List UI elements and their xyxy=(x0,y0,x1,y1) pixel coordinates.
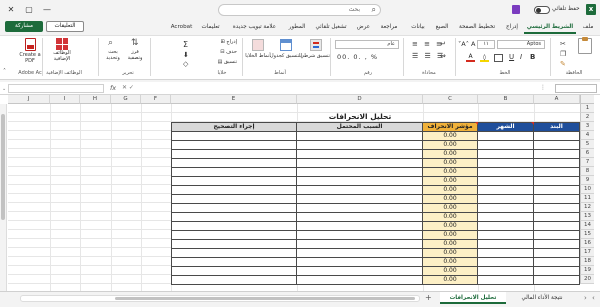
month-cell[interactable] xyxy=(478,177,534,186)
deviation-value-cell[interactable]: 0.00 xyxy=(423,150,478,159)
item-cell[interactable] xyxy=(534,177,580,186)
item-cell[interactable] xyxy=(534,258,580,267)
item-cell[interactable] xyxy=(534,213,580,222)
action-cell[interactable] xyxy=(171,267,297,276)
action-cell[interactable] xyxy=(171,222,297,231)
action-cell[interactable] xyxy=(171,249,297,258)
data-rows: 0.00 0.00 0.00 0.00 0.00 0.00 0.00 0.00 0.00 0.00… xyxy=(0,0,600,291)
cause-cell[interactable] xyxy=(297,177,423,186)
month-cell[interactable] xyxy=(478,267,534,276)
cause-cell[interactable] xyxy=(297,267,423,276)
cause-cell[interactable] xyxy=(297,150,423,159)
month-cell[interactable] xyxy=(478,141,534,150)
vertical-scrollbar[interactable] xyxy=(0,104,7,291)
action-cell[interactable] xyxy=(171,213,297,222)
prev-sheet-icon[interactable]: ‹ xyxy=(584,294,587,302)
deviation-value-cell[interactable]: 0.00 xyxy=(423,267,478,276)
cause-cell[interactable] xyxy=(297,204,423,213)
cause-cell[interactable] xyxy=(297,132,423,141)
month-cell[interactable] xyxy=(478,195,534,204)
deviation-value-cell[interactable]: 0.00 xyxy=(423,132,478,141)
deviation-value-cell[interactable]: 0.00 xyxy=(423,159,478,168)
item-cell[interactable] xyxy=(534,132,580,141)
month-cell[interactable] xyxy=(478,213,534,222)
cause-cell[interactable] xyxy=(297,249,423,258)
cause-cell[interactable] xyxy=(297,240,423,249)
month-cell[interactable] xyxy=(478,132,534,141)
deviation-value-cell[interactable]: 0.00 xyxy=(423,177,478,186)
action-cell[interactable] xyxy=(171,132,297,141)
item-cell[interactable] xyxy=(534,195,580,204)
cause-cell[interactable] xyxy=(297,213,423,222)
deviation-value-cell[interactable]: 0.00 xyxy=(423,258,478,267)
item-cell[interactable] xyxy=(534,249,580,258)
action-cell[interactable] xyxy=(171,168,297,177)
month-cell[interactable] xyxy=(478,249,534,258)
item-cell[interactable] xyxy=(534,150,580,159)
deviation-value-cell[interactable]: 0.00 xyxy=(423,249,478,258)
horizontal-scrollbar[interactable] xyxy=(20,295,420,302)
deviation-value-cell[interactable]: 0.00 xyxy=(423,213,478,222)
item-cell[interactable] xyxy=(534,276,580,285)
item-cell[interactable] xyxy=(534,240,580,249)
action-cell[interactable] xyxy=(171,258,297,267)
deviation-value-cell[interactable]: 0.00 xyxy=(423,195,478,204)
action-cell[interactable] xyxy=(171,141,297,150)
cause-cell[interactable] xyxy=(297,186,423,195)
deviation-value-cell[interactable]: 0.00 xyxy=(423,222,478,231)
cause-cell[interactable] xyxy=(297,141,423,150)
cause-cell[interactable] xyxy=(297,231,423,240)
month-cell[interactable] xyxy=(478,186,534,195)
action-cell[interactable] xyxy=(171,195,297,204)
action-cell[interactable] xyxy=(171,240,297,249)
cause-cell[interactable] xyxy=(297,222,423,231)
item-cell[interactable] xyxy=(534,204,580,213)
add-sheet-icon[interactable]: + xyxy=(425,293,432,302)
month-cell[interactable] xyxy=(478,222,534,231)
month-cell[interactable] xyxy=(478,276,534,285)
month-cell[interactable] xyxy=(478,240,534,249)
deviation-value-cell[interactable]: 0.00 xyxy=(423,276,478,285)
deviation-value-cell[interactable]: 0.00 xyxy=(423,240,478,249)
item-cell[interactable] xyxy=(534,141,580,150)
item-cell[interactable] xyxy=(534,168,580,177)
next-sheet-icon[interactable]: › xyxy=(592,294,595,302)
deviation-value-cell[interactable]: 0.00 xyxy=(423,168,478,177)
action-cell[interactable] xyxy=(171,276,297,285)
item-cell[interactable] xyxy=(534,267,580,276)
month-cell[interactable] xyxy=(478,231,534,240)
action-cell[interactable] xyxy=(171,159,297,168)
cause-cell[interactable] xyxy=(297,159,423,168)
action-cell[interactable] xyxy=(171,150,297,159)
deviation-value-cell[interactable]: 0.00 xyxy=(423,141,478,150)
deviation-value-cell[interactable]: 0.00 xyxy=(423,186,478,195)
cause-cell[interactable] xyxy=(297,195,423,204)
month-cell[interactable] xyxy=(478,258,534,267)
deviation-value-cell[interactable]: 0.00 xyxy=(423,231,478,240)
sheet-tab-deviation-analysis[interactable]: تحليل الانحرافات xyxy=(440,292,506,304)
month-cell[interactable] xyxy=(478,159,534,168)
action-cell[interactable] xyxy=(171,231,297,240)
item-cell[interactable] xyxy=(534,222,580,231)
sheet-tab-financial-performance[interactable]: نتيجة الأداء المالي xyxy=(510,292,574,304)
month-cell[interactable] xyxy=(478,204,534,213)
deviation-value-cell[interactable]: 0.00 xyxy=(423,204,478,213)
month-cell[interactable] xyxy=(478,150,534,159)
cause-cell[interactable] xyxy=(297,168,423,177)
action-cell[interactable] xyxy=(171,204,297,213)
cause-cell[interactable] xyxy=(297,276,423,285)
item-cell[interactable] xyxy=(534,231,580,240)
cause-cell[interactable] xyxy=(297,258,423,267)
item-cell[interactable] xyxy=(534,159,580,168)
action-cell[interactable] xyxy=(171,186,297,195)
item-cell[interactable] xyxy=(534,186,580,195)
action-cell[interactable] xyxy=(171,177,297,186)
month-cell[interactable] xyxy=(478,168,534,177)
